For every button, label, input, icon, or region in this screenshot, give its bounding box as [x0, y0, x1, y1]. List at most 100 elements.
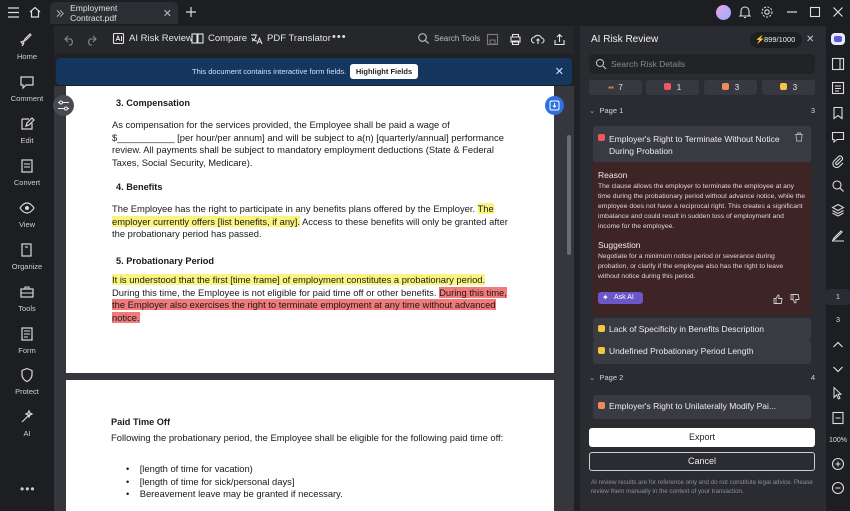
ai-review-icon: [112, 32, 125, 45]
save-icon[interactable]: [486, 33, 499, 46]
avatar[interactable]: [716, 5, 731, 20]
pdf-translator-button[interactable]: PDF Translator: [250, 32, 331, 45]
bell-icon[interactable]: [738, 5, 752, 19]
bookmark-icon[interactable]: [831, 106, 845, 120]
hamburger-menu-icon[interactable]: [7, 6, 20, 19]
chevron-down-icon: ⌄: [589, 106, 596, 115]
section-5-heading: 5. Probationary Period: [116, 256, 215, 266]
sidebar-item-organize[interactable]: Organize: [0, 242, 54, 271]
convert-icon: [21, 159, 33, 173]
filter-red-chip[interactable]: 1: [646, 80, 699, 95]
highlight-fields-button[interactable]: Highlight Fields: [350, 64, 418, 79]
page-1-label: Page 1: [599, 106, 624, 115]
chevron-up-icon[interactable]: [831, 338, 845, 352]
cancel-button[interactable]: Cancel: [589, 452, 815, 471]
filter-yellow-chip[interactable]: 3: [762, 80, 815, 95]
risk-card-header[interactable]: Employer's Right to Terminate Without No…: [593, 126, 811, 162]
count-red: 1: [676, 83, 682, 92]
fit-page-icon[interactable]: [831, 411, 845, 425]
settings-gear-icon[interactable]: [760, 5, 774, 19]
delete-trash-icon[interactable]: [794, 132, 804, 142]
maximize-icon[interactable]: [809, 6, 821, 18]
zoom-out-icon[interactable]: [831, 481, 845, 495]
risk-card-modify[interactable]: Employer's Right to Unilaterally Modify …: [593, 395, 811, 419]
organize-icon: [21, 243, 32, 257]
section-4-heading: 4. Benefits: [116, 182, 163, 192]
undo-icon[interactable]: [64, 34, 76, 46]
page-1-group-header[interactable]: ⌄ Page 1 3: [589, 106, 815, 115]
filter-all-chip[interactable]: ▪▪ 7: [589, 80, 642, 95]
search-tools-field[interactable]: Search Tools: [417, 32, 480, 45]
page-2-group-header[interactable]: ⌄ Page 2 4: [589, 373, 815, 382]
layers-icon[interactable]: [831, 203, 845, 217]
sidebar-item-view[interactable]: View: [0, 200, 54, 229]
sidebar-item-tools[interactable]: Tools: [0, 284, 54, 313]
chevron-down-icon[interactable]: [831, 362, 845, 376]
document-tab-title: Employment Contract.pdf: [70, 3, 118, 23]
sidebar-item-comment[interactable]: Comment: [0, 74, 54, 103]
filter-orange-chip[interactable]: 3: [704, 80, 757, 95]
compare-label: Compare: [208, 33, 248, 44]
home-icon[interactable]: [28, 5, 42, 19]
list-item: • [length of time for vacation): [126, 463, 253, 474]
close-tab-icon[interactable]: ✕: [163, 7, 172, 20]
attachment-paperclip-icon[interactable]: [831, 154, 845, 168]
new-tab-plus-icon[interactable]: [185, 6, 197, 18]
search-icon[interactable]: [831, 179, 845, 193]
document-scrollbar[interactable]: [567, 135, 571, 255]
sidebar-item-convert[interactable]: Convert: [0, 158, 54, 187]
view-eye-icon: [19, 202, 35, 214]
close-window-icon[interactable]: [832, 6, 844, 18]
ai-assistant-icon[interactable]: [831, 33, 845, 45]
cloud-upload-icon[interactable]: [531, 33, 545, 46]
reason-text: The clause allows the employer to termin…: [598, 183, 806, 230]
probation-highlight-yellow[interactable]: It is understood that the first [time fr…: [112, 274, 486, 285]
ai-risk-review-button[interactable]: AI Risk Review: [112, 32, 193, 45]
form-fields-banner: This document contains interactive form …: [56, 58, 572, 85]
document-viewport[interactable]: 3. Compensation As compensation for the …: [54, 86, 574, 511]
share-icon[interactable]: [553, 33, 566, 46]
count-orange: 3: [734, 83, 740, 92]
risk-review-panel: AI Risk Review ⚡ 899/1000 ✕ Search Risk …: [580, 26, 826, 511]
signature-pen-icon[interactable]: [831, 228, 845, 242]
ask-ai-button[interactable]: ✦ Ask AI: [598, 292, 643, 304]
risk-card-probation-length[interactable]: Undefined Probationary Period Length: [593, 340, 811, 364]
thumbs-up-icon[interactable]: [773, 294, 783, 304]
section-5-body: It is understood that the first [time fr…: [112, 274, 512, 324]
document-tab[interactable]: Employment Contract.pdf ✕: [50, 2, 178, 24]
sidebar-item-protect[interactable]: Protect: [0, 367, 54, 396]
minimize-icon[interactable]: [786, 6, 798, 18]
zoom-in-icon[interactable]: [831, 457, 845, 471]
download-button[interactable]: [545, 96, 564, 115]
banner-message: This document contains interactive form …: [192, 67, 347, 76]
sidebar-item-ai[interactable]: AI: [0, 409, 54, 438]
risk-card-expanded[interactable]: Employer's Right to Terminate Without No…: [593, 126, 811, 316]
more-tools-icon[interactable]: •••: [332, 31, 347, 43]
comment-bubble-icon[interactable]: [831, 130, 845, 144]
properties-list-icon[interactable]: [831, 81, 845, 95]
current-page-number[interactable]: 1: [826, 289, 850, 305]
pdf-page-1: 3. Compensation As compensation for the …: [66, 86, 554, 373]
filter-settings-button[interactable]: [53, 95, 74, 116]
risk-card-benefits[interactable]: Lack of Specificity in Benefits Descript…: [593, 318, 811, 340]
close-banner-icon[interactable]: ✕: [555, 65, 564, 78]
sidebar-item-form[interactable]: Form: [0, 326, 54, 355]
compare-button[interactable]: Compare: [191, 32, 247, 45]
sidebar-label: Comment: [10, 94, 44, 103]
zoom-level[interactable]: 100%: [826, 437, 850, 444]
thumbs-down-icon[interactable]: [790, 294, 800, 304]
more-options-icon[interactable]: •••: [20, 482, 36, 496]
search-placeholder: Search Risk Details: [611, 59, 686, 69]
select-cursor-icon[interactable]: [831, 386, 845, 400]
page-2-label: Page 2: [599, 373, 624, 382]
download-icon: [549, 100, 560, 111]
sidebar-item-edit[interactable]: Edit: [0, 116, 54, 145]
risk-search-input[interactable]: Search Risk Details: [589, 54, 815, 74]
redo-icon[interactable]: [85, 34, 97, 46]
panel-title: AI Risk Review: [591, 34, 659, 45]
export-button[interactable]: Export: [589, 428, 815, 447]
close-panel-icon[interactable]: ✕: [806, 34, 814, 45]
panel-layout-icon[interactable]: [831, 57, 845, 71]
print-icon[interactable]: [509, 33, 522, 46]
sidebar-item-home[interactable]: Home: [0, 32, 54, 61]
